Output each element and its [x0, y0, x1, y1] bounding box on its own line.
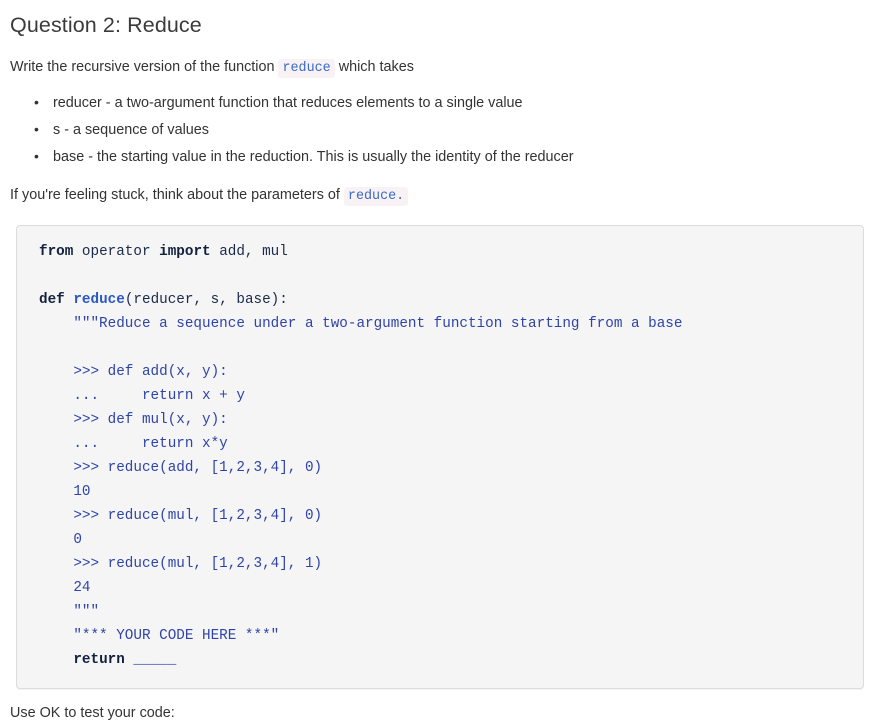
code-line: >>> def mul(x, y): — [39, 408, 863, 432]
hint-period: . — [396, 188, 405, 204]
code-token: from — [39, 243, 74, 260]
code-token: >>> def add(x, y): — [39, 363, 228, 380]
code-token: _____ — [133, 651, 177, 668]
code-token: >>> reduce(mul, [1,2,3,4], 1) — [39, 555, 323, 572]
code-line: """ — [39, 600, 863, 624]
page-title: Question 2: Reduce — [10, 13, 202, 37]
code-token: "*** YOUR CODE HERE ***" — [39, 627, 280, 644]
hint-paragraph: If you're feeling stuck, think about the… — [10, 185, 856, 207]
hint-text-before: If you're feeling stuck, think about the… — [10, 186, 340, 203]
code-line: >>> def add(x, y): — [39, 360, 863, 384]
intro-text-after: which takes — [338, 58, 414, 75]
list-item: s - a sequence of values — [8, 119, 856, 141]
code-token: """ — [39, 603, 100, 620]
intro-text-before: Write the recursive version of the funct… — [10, 58, 275, 75]
code-token: operator — [73, 243, 160, 260]
code-line: >>> reduce(add, [1,2,3,4], 0) — [39, 456, 863, 480]
code-line: return _____ — [39, 648, 863, 672]
code-token: 24 — [39, 579, 91, 596]
code-token: ... return x + y — [39, 387, 245, 404]
list-item: reducer - a two-argument function that r… — [8, 92, 856, 114]
code-block: from operator import add, mul def reduce(… — [16, 224, 864, 689]
code-line: 0 — [39, 528, 863, 552]
code-token: >>> reduce(mul, [1,2,3,4], 0) — [39, 507, 323, 524]
code-token: 0 — [39, 531, 82, 548]
code-line: from operator import add, mul — [39, 240, 863, 264]
question-page: Question 2: Reduce Write the recursive v… — [0, 0, 870, 724]
code-content: from operator import add, mul def reduce(… — [17, 240, 863, 672]
list-item: base - the starting value in the reducti… — [8, 146, 856, 168]
code-line: ... return x + y — [39, 384, 863, 408]
code-token: """Reduce a sequence under a two-argumen… — [39, 315, 683, 332]
intro-paragraph: Write the recursive version of the funct… — [10, 57, 856, 79]
code-token: (reducer, s, base): — [124, 291, 288, 308]
code-line: >>> reduce(mul, [1,2,3,4], 0) — [39, 504, 863, 528]
code-line: 10 — [39, 480, 863, 504]
code-token: >>> def mul(x, y): — [39, 411, 228, 428]
code-line: """Reduce a sequence under a two-argumen… — [39, 312, 863, 336]
code-token: >>> reduce(add, [1,2,3,4], 0) — [39, 459, 323, 476]
inline-code-label: reduce — [347, 188, 397, 204]
code-token: def — [39, 291, 65, 308]
code-token: ... return x*y — [39, 435, 228, 452]
inline-code-reduce-hint: reduce. — [343, 186, 409, 206]
tail-partial-text: Use OK to test your code: — [10, 704, 175, 721]
code-token: 10 — [39, 483, 91, 500]
code-line: ... return x*y — [39, 432, 863, 456]
code-token: reduce — [73, 291, 125, 308]
inline-code-reduce: reduce — [278, 58, 335, 78]
code-line: 24 — [39, 576, 863, 600]
code-token: import — [159, 243, 211, 260]
code-line: >>> reduce(mul, [1,2,3,4], 1) — [39, 552, 863, 576]
parameter-list: reducer - a two-argument function that r… — [8, 92, 856, 168]
code-token: return — [73, 651, 125, 668]
code-token: add, mul — [210, 243, 288, 260]
code-line: def reduce(reducer, s, base): — [39, 288, 863, 312]
code-line: "*** YOUR CODE HERE ***" — [39, 624, 863, 648]
